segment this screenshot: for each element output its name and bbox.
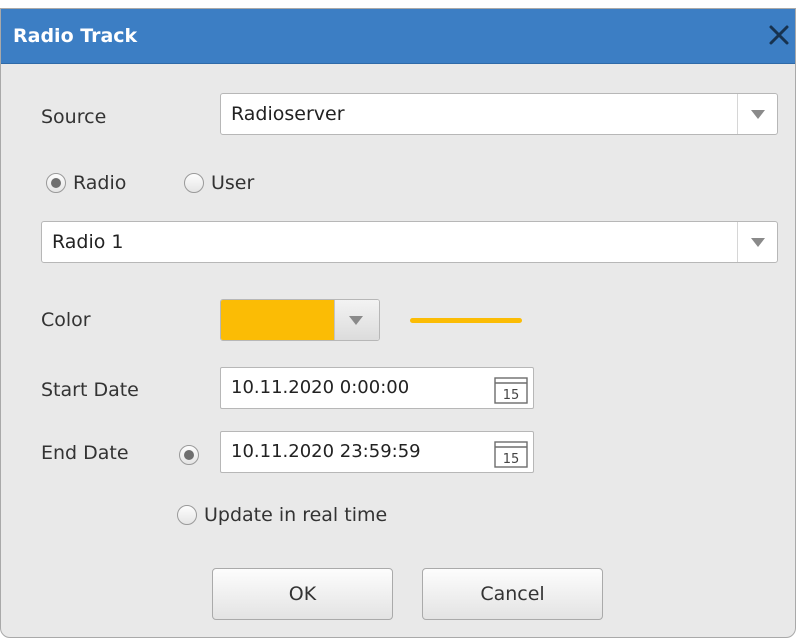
user-option-button[interactable] bbox=[184, 173, 204, 193]
end-date-label: End Date bbox=[41, 442, 129, 464]
realtime-option-label: Update in real time bbox=[204, 504, 388, 526]
color-swatch[interactable] bbox=[221, 300, 335, 340]
dialog-title: Radio Track bbox=[13, 25, 138, 47]
radio-track-dialog: Radio Track Source Radioserver Radio Use… bbox=[0, 8, 796, 638]
target-dropdown-button[interactable] bbox=[737, 222, 777, 262]
user-option-label: User bbox=[211, 172, 255, 194]
chevron-down-icon bbox=[349, 316, 363, 325]
cancel-button[interactable]: Cancel bbox=[422, 568, 603, 620]
ok-button[interactable]: OK bbox=[212, 568, 393, 620]
start-date-label: Start Date bbox=[41, 379, 139, 401]
calendar-icon[interactable]: 15 bbox=[494, 438, 528, 468]
target-select[interactable]: Radio 1 bbox=[41, 221, 778, 263]
source-value: Radioserver bbox=[231, 103, 345, 125]
source-label: Source bbox=[41, 106, 107, 128]
radio-option[interactable]: Radio bbox=[46, 172, 126, 194]
color-label: Color bbox=[41, 309, 91, 331]
end-date-field[interactable]: 10.11.2020 23:59:59 15 bbox=[220, 431, 534, 473]
target-value: Radio 1 bbox=[52, 231, 124, 253]
radio-option-label: Radio bbox=[73, 172, 127, 194]
radio-option-button[interactable] bbox=[46, 173, 66, 193]
calendar-day: 15 bbox=[503, 452, 520, 467]
close-icon[interactable] bbox=[765, 21, 793, 49]
calendar-day: 15 bbox=[503, 388, 520, 403]
chevron-down-icon bbox=[751, 110, 765, 119]
chevron-down-icon bbox=[751, 238, 765, 247]
color-dropdown-button[interactable] bbox=[334, 300, 379, 340]
source-dropdown-button[interactable] bbox=[737, 94, 777, 134]
start-date-field[interactable]: 10.11.2020 0:00:00 15 bbox=[220, 367, 534, 409]
start-date-value: 10.11.2020 0:00:00 bbox=[231, 377, 410, 398]
title-bar: Radio Track bbox=[1, 9, 795, 64]
calendar-icon[interactable]: 15 bbox=[494, 374, 528, 404]
realtime-option-button[interactable] bbox=[177, 505, 197, 525]
end-date-option-button[interactable] bbox=[179, 445, 199, 465]
source-select[interactable]: Radioserver bbox=[220, 93, 778, 135]
color-picker[interactable] bbox=[220, 299, 380, 341]
end-date-value: 10.11.2020 23:59:59 bbox=[231, 441, 421, 462]
color-preview-line bbox=[410, 318, 522, 323]
realtime-option[interactable]: Update in real time bbox=[177, 504, 387, 526]
user-option[interactable]: User bbox=[184, 172, 254, 194]
